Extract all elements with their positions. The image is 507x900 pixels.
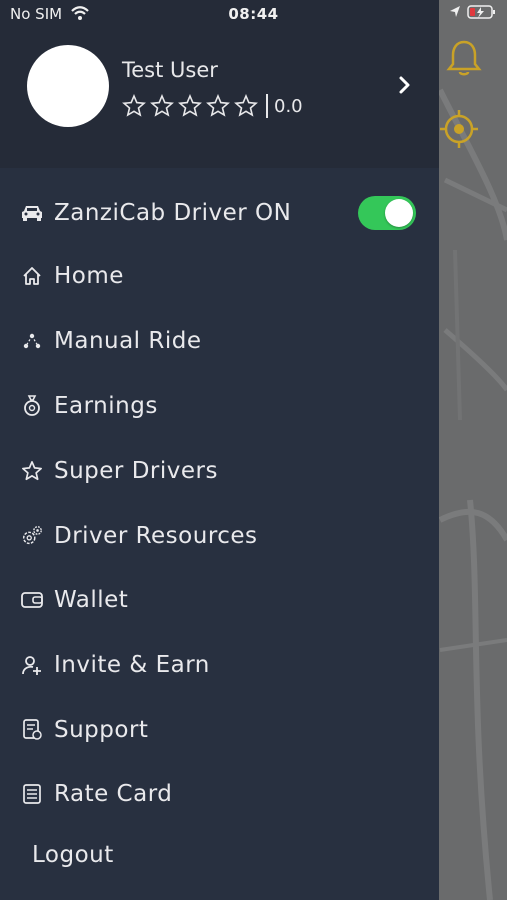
route-icon xyxy=(20,329,44,353)
menu-item-label: Support xyxy=(54,717,149,743)
wallet-icon xyxy=(20,588,44,612)
menu-item-super-drivers[interactable]: Super Drivers xyxy=(0,441,439,501)
menu-item-earnings[interactable]: Earnings xyxy=(0,376,439,436)
status-time: 08:44 xyxy=(228,5,279,23)
menu-item-rate-card[interactable]: Rate Card xyxy=(0,764,439,824)
menu-item-label: Super Drivers xyxy=(54,458,218,484)
money-bag-icon xyxy=(20,394,44,418)
toggle-knob xyxy=(385,199,413,227)
driver-status-label: ZanziCab Driver ON xyxy=(54,200,292,226)
status-right xyxy=(449,4,497,20)
driver-online-toggle[interactable] xyxy=(358,196,416,230)
menu-item-label: Invite & Earn xyxy=(54,652,210,678)
menu-item-manual-ride[interactable]: Manual Ride xyxy=(0,311,439,371)
support-doc-icon xyxy=(20,718,44,742)
current-location-icon[interactable] xyxy=(438,108,480,150)
side-drawer: Test User 0.0 ZanziCab Driver ON Home Ma… xyxy=(0,0,439,900)
status-bar: No SIM 08:44 xyxy=(0,0,507,28)
battery-charging-icon xyxy=(467,5,495,19)
star-icon xyxy=(20,459,44,483)
menu-item-label: Rate Card xyxy=(54,781,173,807)
logout-button[interactable]: Logout xyxy=(32,842,114,868)
rating-divider xyxy=(266,94,268,118)
location-arrow-icon xyxy=(450,6,460,17)
rating-star-icon xyxy=(206,94,230,117)
menu-item-driver-resources[interactable]: Driver Resources xyxy=(0,506,439,566)
avatar[interactable] xyxy=(27,45,109,127)
menu-item-label: Wallet xyxy=(54,587,129,613)
add-user-icon xyxy=(20,653,44,677)
rating-star-icon xyxy=(150,94,174,117)
menu-item-label: Home xyxy=(54,263,124,289)
chevron-right-icon[interactable] xyxy=(396,74,414,96)
gear-icon xyxy=(20,524,44,548)
rating-star-icon xyxy=(122,94,146,117)
user-name: Test User xyxy=(122,58,218,82)
home-icon xyxy=(20,264,44,288)
menu-item-wallet[interactable]: Wallet xyxy=(0,570,439,630)
menu-item-label: Manual Ride xyxy=(54,328,202,354)
menu-item-home[interactable]: Home xyxy=(0,246,439,306)
car-icon xyxy=(20,201,44,225)
menu-item-support[interactable]: Support xyxy=(0,700,439,760)
rating-star-icon xyxy=(178,94,202,117)
rating-star-icon xyxy=(234,94,258,117)
list-icon xyxy=(20,782,44,806)
menu-item-invite-earn[interactable]: Invite & Earn xyxy=(0,635,439,695)
menu-item-label: Earnings xyxy=(54,393,158,419)
rating-value: 0.0 xyxy=(274,95,303,117)
menu-item-label: Driver Resources xyxy=(54,523,258,549)
notification-bell-icon[interactable] xyxy=(443,36,485,78)
rating: 0.0 xyxy=(122,94,303,118)
